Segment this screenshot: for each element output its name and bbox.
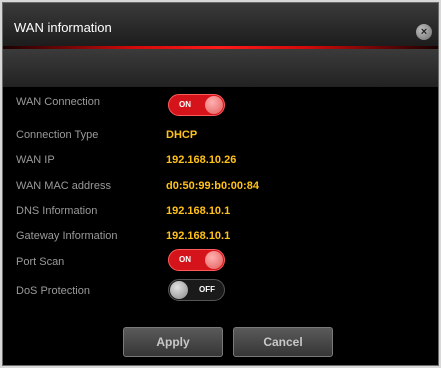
connection-type-label: Connection Type [16, 129, 99, 141]
dns-value: 192.168.10.1 [166, 205, 231, 217]
row-wan-mac: WAN MAC address d0:50:99:b0:00:84 [3, 177, 438, 197]
row-wan-connection: WAN Connection ON [3, 93, 438, 116]
row-connection-type: Connection Type DHCP [3, 126, 438, 146]
wan-information-dialog: WAN information × WAN Connection ON Conn… [2, 2, 439, 366]
row-port-scan: Port Scan ON [3, 249, 438, 273]
toggle-state-text: ON [179, 100, 191, 109]
dns-label: DNS Information [16, 205, 98, 217]
gateway-value: 192.168.10.1 [166, 230, 231, 242]
wan-connection-label: WAN Connection [16, 96, 100, 108]
toggle-knob [205, 96, 223, 114]
dos-protection-label: DoS Protection [16, 285, 90, 297]
wan-ip-label: WAN IP [16, 154, 55, 166]
port-scan-label: Port Scan [16, 256, 65, 268]
wan-connection-toggle[interactable]: ON [168, 94, 225, 116]
dialog-titlebar: WAN information × [3, 3, 438, 47]
close-icon[interactable]: × [416, 24, 432, 40]
row-dns: DNS Information 192.168.10.1 [3, 202, 438, 222]
toggle-state-text: ON [179, 255, 191, 264]
wan-mac-label: WAN MAC address [16, 180, 111, 192]
cancel-button[interactable]: Cancel [233, 327, 333, 357]
wan-ip-value: 192.168.10.26 [166, 154, 237, 166]
port-scan-toggle[interactable]: ON [168, 249, 225, 271]
connection-type-value: DHCP [166, 129, 198, 141]
wan-mac-value: d0:50:99:b0:00:84 [166, 180, 259, 192]
gateway-label: Gateway Information [16, 230, 118, 242]
toggle-state-text: OFF [199, 285, 215, 294]
row-dos-protection: DoS Protection OFF [3, 279, 438, 302]
apply-button[interactable]: Apply [123, 327, 223, 357]
header-band [3, 49, 438, 87]
row-wan-ip: WAN IP 192.168.10.26 [3, 151, 438, 171]
toggle-knob [205, 251, 223, 269]
toggle-knob [170, 281, 188, 299]
row-gateway: Gateway Information 192.168.10.1 [3, 227, 438, 247]
dos-protection-toggle[interactable]: OFF [168, 279, 225, 301]
dialog-title: WAN information [14, 20, 112, 35]
